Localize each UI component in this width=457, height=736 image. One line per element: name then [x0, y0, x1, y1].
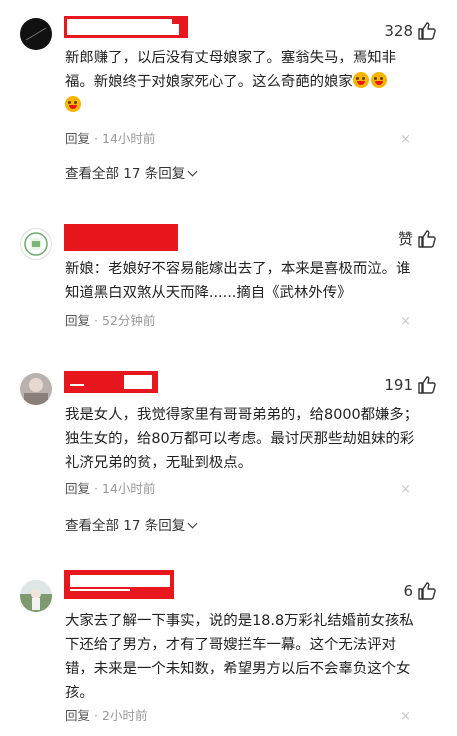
- reply-button[interactable]: 回复: [65, 313, 90, 328]
- redacted-username: [64, 570, 174, 599]
- comment-item: 赞 新娘：老娘好不容易能嫁出去了，本来是喜极而泣。谁知道黑白双煞从天而降....…: [0, 200, 457, 360]
- laughing-face-icon: [65, 96, 81, 112]
- redacted-username: [64, 16, 188, 38]
- close-icon[interactable]: ×: [400, 482, 411, 498]
- comment-item: 191 我是女人，我觉得家里有哥哥弟弟的，给8000都嫌多；独生女的，给80万都…: [0, 360, 457, 560]
- avatar-image: [24, 232, 48, 256]
- thumb-up-icon[interactable]: [417, 581, 437, 601]
- comment-meta: 回复 · 14小时前: [65, 481, 155, 497]
- avatar[interactable]: [20, 18, 52, 50]
- like-count: 191: [384, 376, 413, 394]
- thumb-up-icon[interactable]: [417, 229, 437, 249]
- comment-text: 大家去了解一下事实，说的是18.8万彩礼结婚前女孩私下还给了男方，才有了哥嫂拦车…: [65, 613, 414, 701]
- comment-text: 新娘：老娘好不容易能嫁出去了，本来是喜极而泣。谁知道黑白双煞从天而降......…: [65, 261, 411, 301]
- comment-text: 我是女人，我觉得家里有哥哥弟弟的，给8000都嫌多；独生女的，给80万都可以考虑…: [65, 407, 419, 471]
- comment-meta: 回复 · 2小时前: [65, 708, 147, 724]
- like-count: 赞: [397, 230, 413, 248]
- redacted-username: [64, 371, 158, 393]
- timestamp: 14小时前: [102, 481, 156, 496]
- comment-meta: 回复 · 52分钟前: [65, 313, 155, 329]
- view-replies-label: 查看全部 17 条回复: [65, 166, 186, 182]
- avatar[interactable]: [20, 373, 52, 405]
- separator-dot: ·: [94, 481, 98, 496]
- separator-dot: ·: [94, 313, 98, 328]
- chevron-down-icon: [187, 518, 198, 529]
- view-replies-label: 查看全部 17 条回复: [65, 518, 186, 534]
- timestamp: 2小时前: [102, 708, 148, 723]
- reply-button[interactable]: 回复: [65, 131, 90, 146]
- thumb-up-icon[interactable]: [417, 375, 437, 395]
- avatar[interactable]: [20, 228, 52, 260]
- view-replies-button[interactable]: 查看全部 17 条回复: [65, 517, 198, 535]
- laughing-face-icon: [370, 72, 387, 88]
- avatar-image: [25, 27, 47, 41]
- close-icon[interactable]: ×: [400, 132, 411, 148]
- like-count: 6: [403, 582, 413, 600]
- laughing-face-icon: [352, 72, 369, 88]
- like-count: 328: [384, 22, 413, 40]
- avatar-image: [24, 378, 48, 405]
- reply-button[interactable]: 回复: [65, 481, 90, 496]
- timestamp: 52分钟前: [102, 313, 156, 328]
- avatar[interactable]: [20, 580, 52, 612]
- reply-button[interactable]: 回复: [65, 708, 90, 723]
- timestamp: 14小时前: [102, 131, 156, 146]
- comment-item: 328 新郎赚了，以后没有丈母娘家了。塞翁失马，焉知非福。新娘终于对娘家死心了。…: [0, 0, 457, 200]
- comment-body: 新郎赚了，以后没有丈母娘家了。塞翁失马，焉知非福。新娘终于对娘家死心了。这么奇葩…: [65, 50, 396, 90]
- close-icon[interactable]: ×: [400, 709, 411, 725]
- thumb-up-icon[interactable]: [417, 21, 437, 41]
- redacted-username: [64, 224, 178, 251]
- separator-dot: ·: [94, 708, 98, 723]
- separator-dot: ·: [94, 131, 98, 146]
- comment-meta: 回复 · 14小时前: [65, 131, 155, 147]
- comment-text: 新郎赚了，以后没有丈母娘家了。塞翁失马，焉知非福。新娘终于对娘家死心了。这么奇葩…: [65, 46, 420, 118]
- avatar-image: [20, 580, 52, 612]
- comment-item: 6 大家去了解一下事实，说的是18.8万彩礼结婚前女孩私下还给了男方，才有了哥嫂…: [0, 560, 457, 736]
- close-icon[interactable]: ×: [400, 314, 411, 330]
- view-replies-button[interactable]: 查看全部 17 条回复: [65, 165, 198, 183]
- chevron-down-icon: [187, 166, 198, 177]
